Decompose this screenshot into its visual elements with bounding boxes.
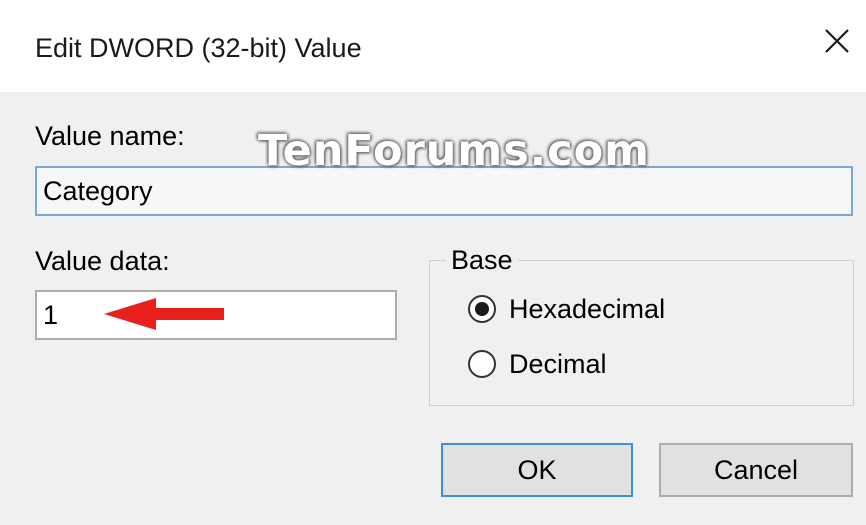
ok-button-label: OK — [517, 454, 557, 485]
base-group-title: Base — [446, 245, 518, 276]
ok-button[interactable]: OK — [441, 443, 633, 497]
value-name-text: Category — [43, 175, 153, 206]
value-data-text: 1 — [43, 299, 59, 330]
value-name-field[interactable]: Category — [35, 166, 853, 216]
close-button[interactable] — [812, 18, 862, 64]
title-bar: Edit DWORD (32-bit) Value — [0, 0, 866, 92]
radio-selected-dot — [475, 302, 489, 316]
red-arrow-annotation — [104, 298, 224, 330]
cancel-button-label: Cancel — [713, 454, 799, 485]
value-data-label: Value data: — [35, 246, 170, 276]
decimal-label[interactable]: Decimal — [509, 349, 607, 380]
dialog-title: Edit DWORD (32-bit) Value — [35, 33, 362, 63]
base-group — [429, 260, 854, 406]
close-icon — [825, 29, 849, 53]
hexadecimal-label[interactable]: Hexadecimal — [509, 294, 665, 325]
decimal-radio[interactable] — [468, 350, 496, 378]
cancel-button[interactable]: Cancel — [659, 443, 853, 497]
value-name-label: Value name: — [35, 121, 185, 151]
hexadecimal-radio[interactable] — [468, 295, 496, 323]
